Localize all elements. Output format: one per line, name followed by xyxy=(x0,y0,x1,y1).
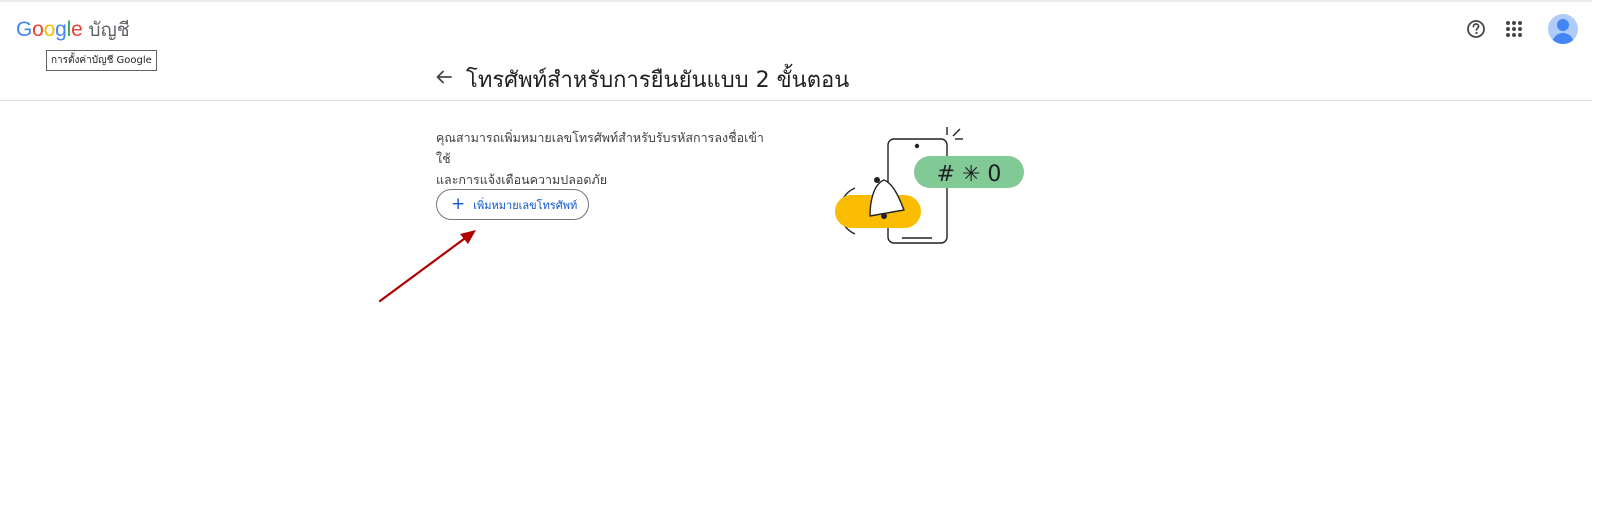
back-arrow-icon[interactable] xyxy=(433,66,455,88)
description: คุณสามารถเพิ่มหมายเลขโทรศัพท์สำหรับรับรห… xyxy=(436,127,776,190)
description-line-2: และการแจ้งเตือนความปลอดภัย xyxy=(436,172,608,187)
page-title: โทรศัพท์สำหรับการยืนยันแบบ 2 ขั้นตอน xyxy=(466,68,850,93)
product-name: บัญชี xyxy=(88,19,130,41)
brand-tooltip: การตั้งค่าบัญชี Google xyxy=(46,50,157,71)
code-bubble-text: # ✳ 0 xyxy=(937,162,1002,187)
add-phone-number-label: เพิ่มหมายเลขโทรศัพท์ xyxy=(473,198,578,212)
header-divider xyxy=(0,100,1592,101)
phone-illustration: # ✳ 0 xyxy=(835,127,1024,244)
google-logo: Google xyxy=(16,18,83,41)
account-avatar-icon[interactable] xyxy=(1548,14,1578,44)
annotation-arrow xyxy=(378,230,476,303)
brand[interactable]: Google บัญชี xyxy=(16,15,130,45)
plus-icon: + xyxy=(451,194,466,214)
header-actions xyxy=(1464,14,1578,44)
add-phone-number-button[interactable]: + เพิ่มหมายเลขโทรศัพท์ xyxy=(436,189,589,220)
page: Google บัญชี การตั้งค่าบัญชี Google โทรศ… xyxy=(0,0,1600,531)
description-line-1: คุณสามารถเพิ่มหมายเลขโทรศัพท์สำหรับรับรห… xyxy=(436,130,764,166)
apps-grid-icon[interactable] xyxy=(1502,15,1526,43)
help-icon[interactable] xyxy=(1464,15,1488,43)
top-border xyxy=(0,0,1592,2)
